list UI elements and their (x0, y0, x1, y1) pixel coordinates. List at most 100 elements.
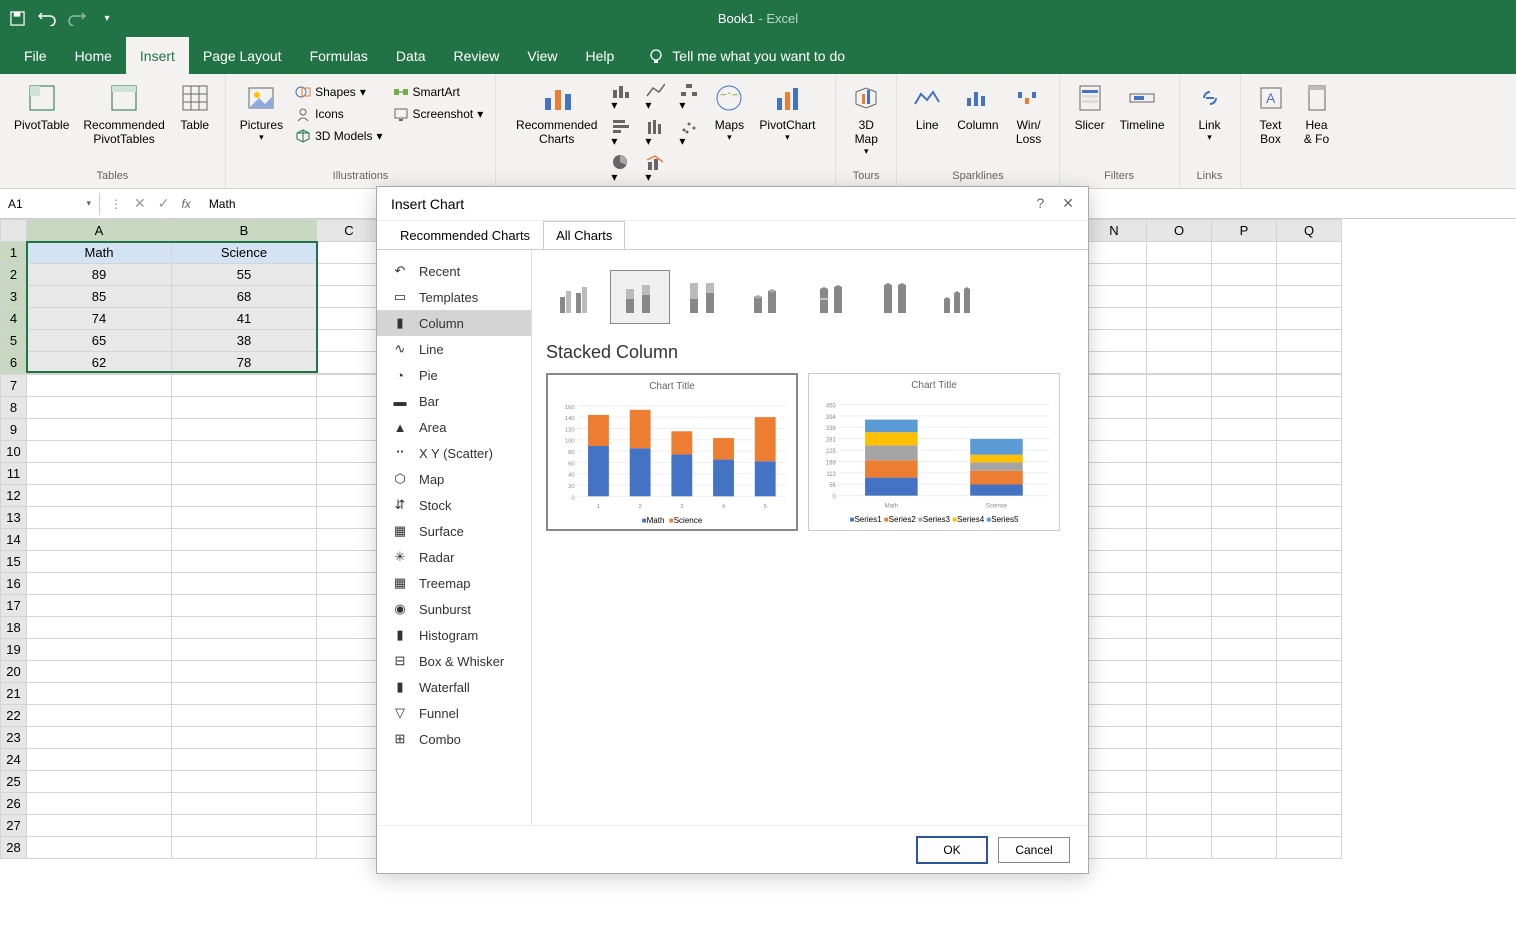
cell[interactable] (27, 727, 172, 749)
cell[interactable] (1147, 463, 1212, 485)
cell[interactable] (317, 683, 382, 705)
cell[interactable] (317, 529, 382, 551)
cell[interactable] (27, 529, 172, 551)
cell[interactable] (1082, 507, 1147, 529)
row-header[interactable]: 24 (1, 749, 27, 771)
subtype-3d-clustered-column[interactable] (738, 270, 798, 324)
cell[interactable] (27, 551, 172, 573)
3d-models-button[interactable]: 3D Models ▾ (291, 126, 386, 146)
cell[interactable]: 78 (172, 352, 317, 374)
cell[interactable] (172, 375, 317, 397)
cell[interactable] (1082, 661, 1147, 683)
chart-type-column[interactable]: ▮Column (377, 310, 531, 336)
row-header[interactable]: 13 (1, 507, 27, 529)
line-chart-dropdown[interactable]: ▾ (645, 82, 665, 112)
cell[interactable] (1277, 242, 1342, 264)
cell[interactable] (1212, 507, 1277, 529)
cell[interactable] (172, 771, 317, 793)
cell[interactable] (1147, 375, 1212, 397)
cell[interactable] (1147, 330, 1212, 352)
col-header-o[interactable]: O (1147, 220, 1212, 242)
cell[interactable] (317, 705, 382, 727)
undo-icon[interactable] (38, 10, 56, 28)
chart-type-waterfall[interactable]: ▮Waterfall (377, 674, 531, 700)
cell[interactable] (1147, 793, 1212, 815)
cell[interactable] (27, 463, 172, 485)
cell[interactable] (1082, 264, 1147, 286)
cell[interactable] (1277, 595, 1342, 617)
cell[interactable] (1082, 573, 1147, 595)
row-header[interactable]: 15 (1, 551, 27, 573)
cell[interactable] (1212, 551, 1277, 573)
cell[interactable] (317, 330, 382, 352)
cell[interactable] (1212, 308, 1277, 330)
chart-preview-1[interactable]: Chart Title 02040608010012014016012345 ■… (546, 373, 798, 531)
cell[interactable] (317, 661, 382, 683)
cell[interactable] (1212, 242, 1277, 264)
cell[interactable] (172, 463, 317, 485)
icons-button[interactable]: Icons (291, 104, 386, 124)
cell[interactable]: 85 (27, 286, 172, 308)
cell[interactable] (27, 573, 172, 595)
cell[interactable] (1082, 352, 1147, 374)
cell[interactable] (1212, 441, 1277, 463)
cell[interactable] (317, 375, 382, 397)
tab-data[interactable]: Data (382, 37, 440, 74)
cancel-button[interactable]: Cancel (998, 837, 1070, 863)
cell[interactable] (1277, 529, 1342, 551)
cell[interactable] (27, 419, 172, 441)
cell[interactable] (1277, 330, 1342, 352)
cell[interactable]: 55 (172, 264, 317, 286)
cell[interactable] (27, 749, 172, 771)
chart-type-bar[interactable]: ▬Bar (377, 388, 531, 414)
row-header[interactable]: 5 (1, 330, 27, 352)
cell[interactable] (1277, 352, 1342, 374)
chart-type-sunburst[interactable]: ◉Sunburst (377, 596, 531, 622)
cell[interactable] (1082, 771, 1147, 793)
cell[interactable] (1082, 286, 1147, 308)
cell[interactable] (1082, 463, 1147, 485)
cell[interactable] (317, 793, 382, 815)
chart-type-area[interactable]: ▲Area (377, 414, 531, 440)
cell[interactable] (1147, 683, 1212, 705)
ok-button[interactable]: OK (916, 836, 988, 864)
cell[interactable] (172, 507, 317, 529)
cell[interactable] (1147, 507, 1212, 529)
cell[interactable] (1277, 507, 1342, 529)
cancel-formula-icon[interactable]: ✕ (134, 195, 146, 212)
cell[interactable] (1082, 242, 1147, 264)
cell[interactable] (1212, 793, 1277, 815)
cell[interactable] (1082, 639, 1147, 661)
cell[interactable] (1147, 837, 1212, 859)
cell[interactable]: 74 (27, 308, 172, 330)
cell[interactable] (1212, 837, 1277, 859)
cell[interactable] (317, 352, 382, 374)
cell[interactable] (1147, 573, 1212, 595)
chart-type-surface[interactable]: ▦Surface (377, 518, 531, 544)
cell[interactable] (1212, 771, 1277, 793)
chart-type-stock[interactable]: ⇵Stock (377, 492, 531, 518)
cell[interactable]: 62 (27, 352, 172, 374)
cell[interactable] (1147, 771, 1212, 793)
bar-chart-dropdown[interactable]: ▾ (611, 118, 631, 148)
row-header[interactable]: 26 (1, 793, 27, 815)
cell[interactable] (1277, 286, 1342, 308)
cell[interactable] (317, 242, 382, 264)
chart-type-recent[interactable]: ↶Recent (377, 258, 531, 284)
row-header[interactable]: 19 (1, 639, 27, 661)
cell[interactable] (1277, 308, 1342, 330)
recommended-pivottables-button[interactable]: Recommended PivotTables (77, 78, 170, 158)
cell[interactable]: 68 (172, 286, 317, 308)
cell[interactable] (1147, 661, 1212, 683)
subtype-clustered-column[interactable] (546, 270, 606, 324)
tab-home[interactable]: Home (61, 37, 126, 74)
cell[interactable] (317, 463, 382, 485)
cell[interactable] (27, 815, 172, 837)
subtype-3d-column[interactable] (930, 270, 990, 324)
cell[interactable] (172, 573, 317, 595)
cell[interactable] (1277, 441, 1342, 463)
3d-map-button[interactable]: 3D Map▾ (844, 78, 888, 161)
name-box[interactable]: A1▾ (0, 193, 100, 215)
cell[interactable] (172, 661, 317, 683)
row-header[interactable]: 20 (1, 661, 27, 683)
